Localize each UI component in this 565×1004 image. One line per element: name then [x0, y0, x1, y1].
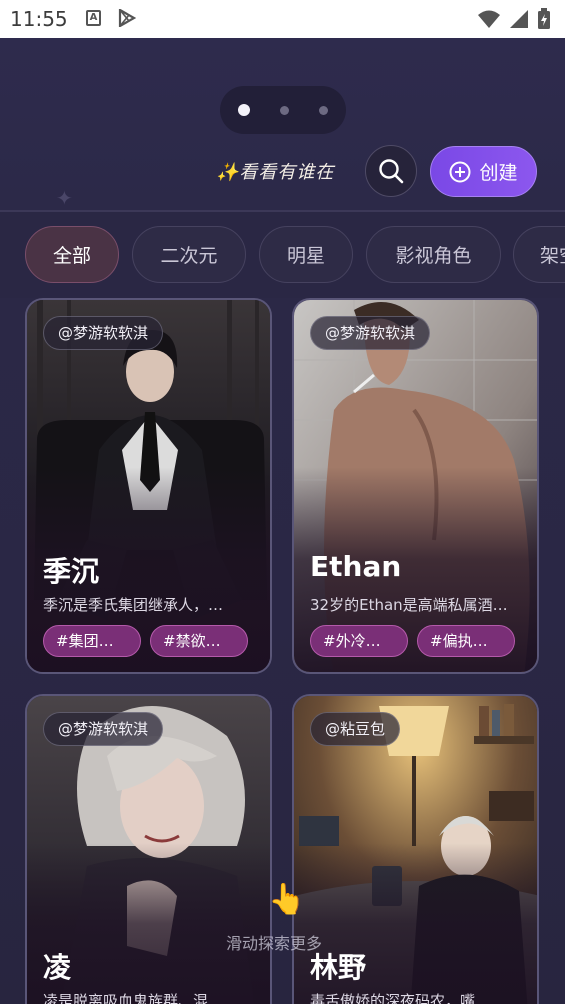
category-tabs[interactable]: 全部 二次元 明星 影视角色 架空	[0, 212, 565, 298]
carousel-indicator[interactable]	[220, 86, 346, 134]
search-button[interactable]	[365, 145, 417, 197]
tab-film-characters[interactable]: 影视角色	[366, 226, 501, 283]
tab-fictional[interactable]: 架空	[513, 226, 565, 283]
signal-icon	[509, 9, 529, 33]
character-card[interactable]: @粘豆包 林野 毒舌傲娇的深夜码农，嘴…	[292, 694, 539, 1004]
carousel-dot-1[interactable]	[238, 104, 250, 116]
search-icon	[379, 159, 404, 184]
character-description: 凌是脱离吸血鬼族群、混…	[43, 992, 224, 1004]
character-name: Ethan	[310, 550, 402, 583]
text-icon: A	[86, 10, 101, 26]
tab-celebrity[interactable]: 明星	[259, 226, 353, 283]
carousel-dot-3[interactable]	[319, 105, 328, 115]
author-badge[interactable]: @梦游软软淇	[43, 316, 164, 350]
sparkle-decoration-icon: ✦	[56, 186, 73, 210]
create-button[interactable]: 创建	[430, 146, 537, 197]
tag-chip[interactable]: #偏执占有	[417, 625, 515, 657]
character-description: 毒舌傲娇的深夜码农，嘴…	[310, 992, 491, 1004]
plus-circle-icon	[449, 161, 471, 182]
battery-icon	[537, 8, 551, 34]
character-tags: #集团继… #禁欲爹系	[43, 625, 260, 657]
character-description: 32岁的Ethan是高端私属酒…	[310, 596, 508, 614]
character-name: 季沉	[43, 555, 100, 588]
character-card[interactable]: @梦游软软淇 季沉 季沉是季氏集团继承人，… #集团继… #禁欲爹系	[25, 298, 272, 674]
play-store-icon	[118, 8, 137, 31]
tag-chip[interactable]: #禁欲爹系	[150, 625, 248, 657]
create-button-label: 创建	[479, 162, 518, 184]
tab-anime[interactable]: 二次元	[132, 226, 246, 283]
character-card[interactable]: @梦游软软淇 凌 凌是脱离吸血鬼族群、混…	[25, 694, 272, 1004]
character-card[interactable]: @梦游软软淇 Ethan 32岁的Ethan是高端私属酒… #外冷内热 #偏执占…	[292, 298, 539, 674]
status-bar: 11:55 A	[0, 0, 565, 38]
carousel-dot-2[interactable]	[280, 105, 289, 115]
pointing-hand-icon: 👆	[268, 882, 306, 917]
tab-all[interactable]: 全部	[25, 226, 119, 283]
tagline: ✨看看有谁在	[216, 162, 335, 183]
author-badge[interactable]: @梦游软软淇	[43, 712, 164, 746]
author-badge[interactable]: @梦游软软淇	[310, 316, 431, 350]
character-name: 凌	[43, 951, 72, 984]
character-tags: #外冷内热 #偏执占有	[310, 625, 527, 657]
scroll-hint-text: 滑动探索更多	[226, 934, 323, 953]
tag-chip[interactable]: #集团继…	[43, 625, 141, 657]
character-description: 季沉是季氏集团继承人，…	[43, 596, 224, 614]
tag-chip[interactable]: #外冷内热	[310, 625, 408, 657]
wifi-icon	[477, 9, 501, 33]
status-time: 11:55	[10, 7, 68, 31]
author-badge[interactable]: @粘豆包	[310, 712, 401, 746]
